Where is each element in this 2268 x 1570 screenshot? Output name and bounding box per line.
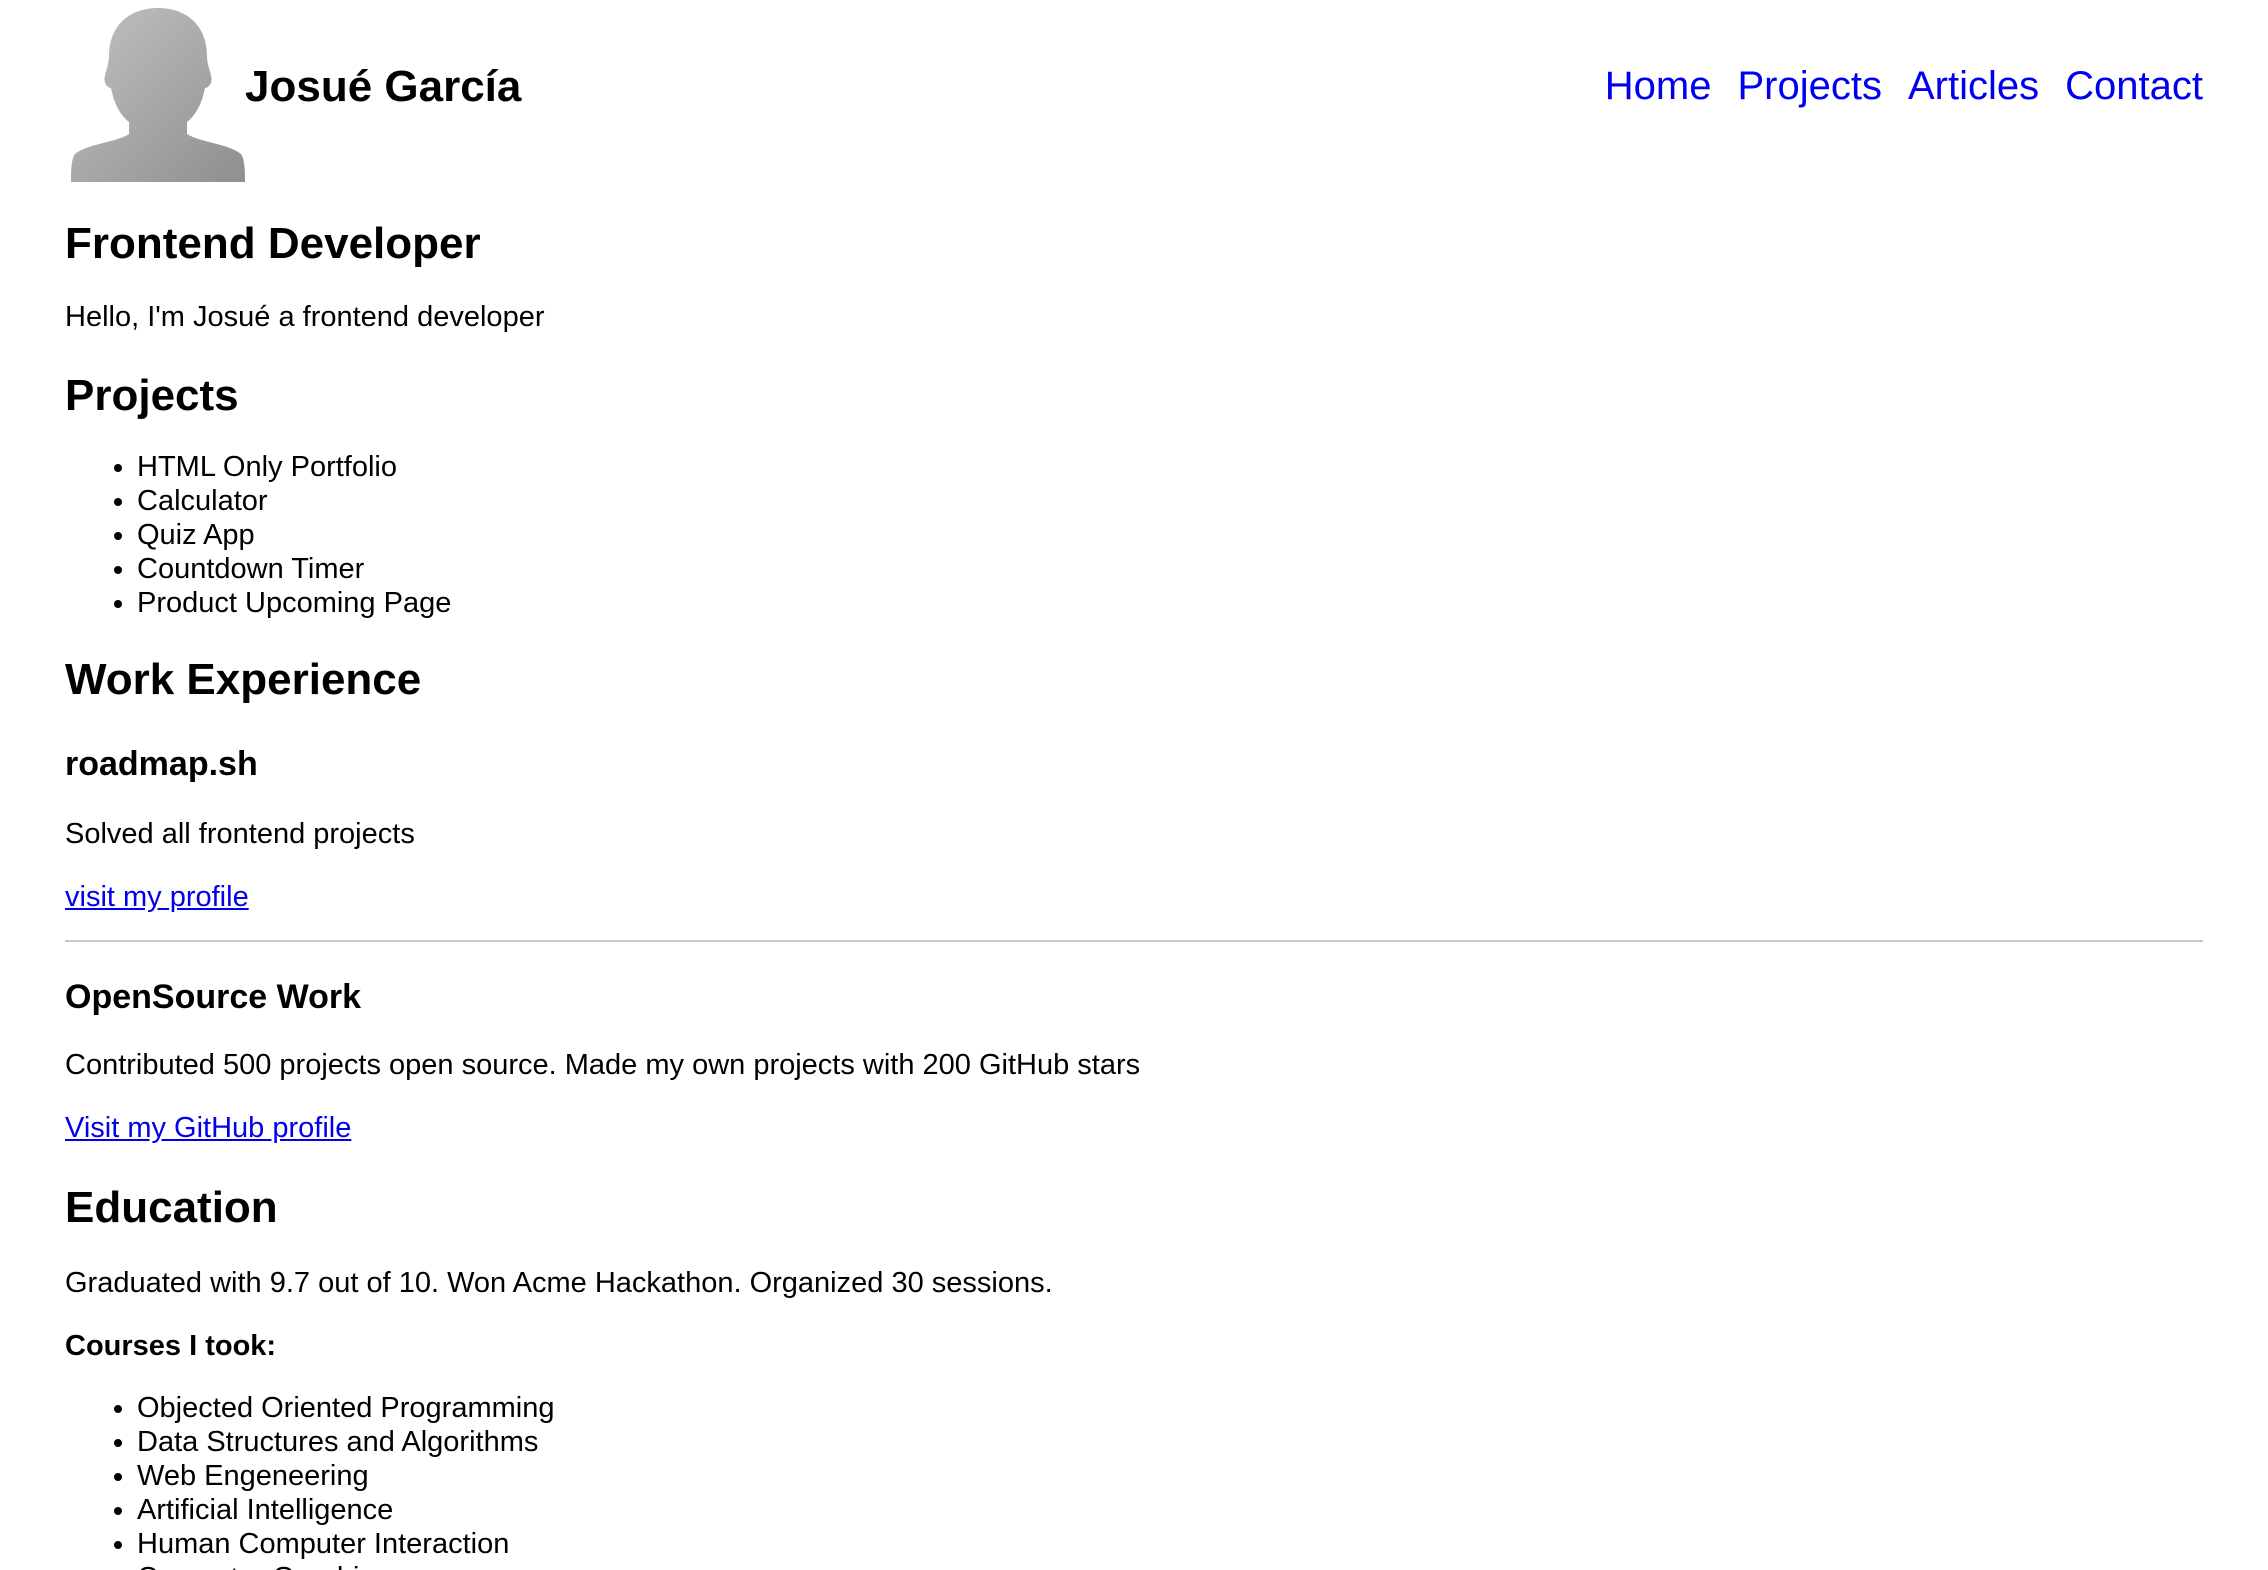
- job-company: OpenSource Work: [65, 977, 361, 1016]
- hero-section: Frontend Developer Hello, I'm Josué a fr…: [65, 218, 2203, 335]
- job-link-row: visit my profile: [65, 880, 2203, 915]
- nav-link-contact[interactable]: Contact: [2065, 64, 2203, 109]
- list-item: Countdown Timer: [137, 552, 2203, 586]
- work-title: Work Experience: [65, 655, 422, 705]
- divider: [65, 939, 2203, 942]
- avatar: [69, 4, 247, 182]
- list-item: Product Upcoming Page: [137, 586, 2203, 620]
- nav-link-home[interactable]: Home: [1605, 64, 1712, 109]
- list-item: Artificial Intelligence: [137, 1493, 2203, 1527]
- hero-title: Frontend Developer: [65, 219, 481, 268]
- nav-link-projects[interactable]: Projects: [1738, 64, 1883, 109]
- list-item: Quiz App: [137, 518, 2203, 552]
- hero-intro: Hello, I'm Josué a frontend developer: [65, 300, 545, 333]
- projects-section: Projects HTML Only Portfolio Calculator …: [65, 370, 2203, 621]
- job-description: Contributed 500 projects open source. Ma…: [65, 1049, 1141, 1082]
- projects-title: Projects: [65, 370, 239, 420]
- list-item: Computer Graphics: [137, 1561, 2203, 1570]
- list-item: Human Computer Interaction: [137, 1527, 2203, 1561]
- education-title: Education: [65, 1182, 278, 1232]
- job-company: roadmap.sh: [65, 745, 258, 784]
- github-profile-link[interactable]: Visit my GitHub profile: [65, 1112, 351, 1144]
- courses-list: Objected Oriented Programming Data Struc…: [65, 1391, 2203, 1570]
- work-section: Work Experience roadmap.sh Solved all fr…: [65, 654, 2203, 1146]
- courses-label: Courses I took:: [65, 1329, 277, 1362]
- site-owner-name: Josué García: [245, 62, 522, 111]
- portfolio-page: Josué García Home Projects Articles Cont…: [0, 0, 2268, 1570]
- job-description: Solved all frontend projects: [65, 817, 415, 850]
- nav-link-articles[interactable]: Articles: [1908, 64, 2039, 109]
- education-section: Education Graduated with 9.7 out of 10. …: [65, 1182, 2203, 1570]
- projects-list: HTML Only Portfolio Calculator Quiz App …: [65, 450, 2203, 620]
- main-nav: Home Projects Articles Contact: [1605, 64, 2203, 109]
- job-entry: OpenSource Work Contributed 500 projects…: [65, 977, 2203, 1146]
- visit-profile-link[interactable]: visit my profile: [65, 881, 249, 913]
- site-header: Josué García Home Projects Articles Cont…: [65, 0, 2203, 185]
- list-item: Objected Oriented Programming: [137, 1391, 2203, 1425]
- list-item: Data Structures and Algorithms: [137, 1425, 2203, 1459]
- education-summary: Graduated with 9.7 out of 10. Won Acme H…: [65, 1266, 1053, 1299]
- person-silhouette-icon: [71, 8, 245, 182]
- list-item: HTML Only Portfolio: [137, 450, 2203, 484]
- list-item: Web Engeneering: [137, 1459, 2203, 1493]
- job-link-row: Visit my GitHub profile: [65, 1111, 2203, 1146]
- job-entry: roadmap.sh Solved all frontend projects …: [65, 744, 2203, 914]
- list-item: Calculator: [137, 484, 2203, 518]
